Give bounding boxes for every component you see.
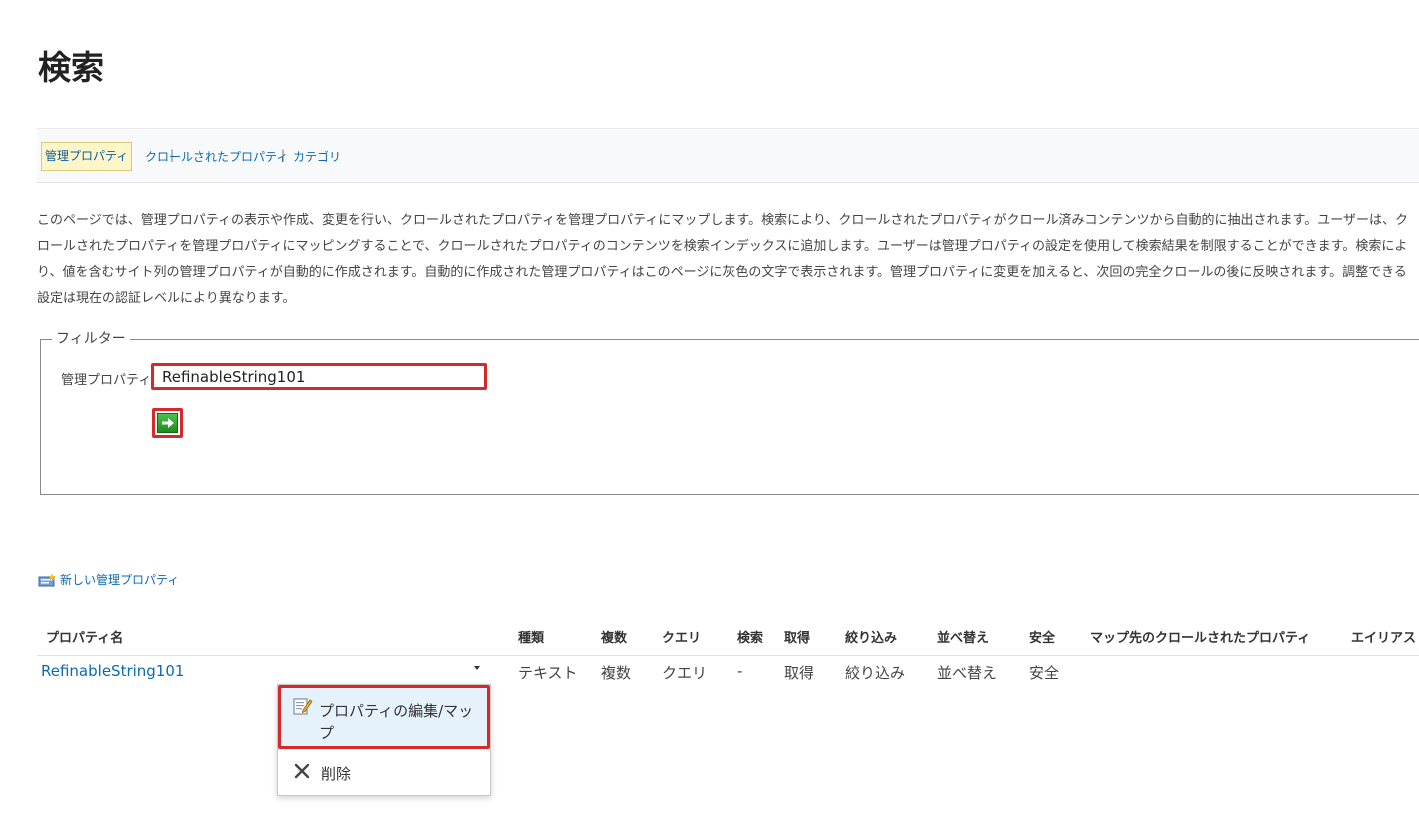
close-x-icon [294,763,310,779]
tab-categories[interactable]: カテゴリ [293,148,341,165]
column-header-safe: 安全 [1029,631,1056,646]
column-header-query: クエリ [662,631,702,646]
page-title: 検索 [38,48,104,87]
column-header-type: 種類 [518,631,545,646]
page-description: このページでは、管理プロパティの表示や作成、変更を行い、クロールされたプロパティ… [37,213,1408,306]
menu-item-delete[interactable]: 削除 [278,757,490,791]
filter-input[interactable] [151,363,487,390]
column-header-retrieve: 取得 [784,631,811,646]
new-managed-property-label: 新しい管理プロパティ [60,573,180,587]
tab-managed-properties[interactable]: 管理プロパティ [41,142,133,171]
subnav-separator: | [281,148,286,162]
new-property-icon [38,572,56,586]
menu-item-edit-label: プロパティの編集/マップ [319,702,474,742]
row-search: - [737,662,743,680]
context-menu: プロパティの編集/マップ 削除 [277,684,491,796]
new-managed-property-link[interactable]: 新しい管理プロパティ [38,571,179,588]
column-header-name: プロパティ名 [46,631,124,646]
subnav: 管理プロパティ | クロールされたプロパティ | カテゴリ [37,128,1419,183]
column-header-multi: 複数 [601,631,628,646]
column-header-mapped: マップ先のクロールされたプロパティ [1090,631,1311,646]
row-refine: 絞り込み [845,664,906,682]
column-header-alias: エイリアス [1351,631,1417,646]
tab-crawled-properties[interactable]: クロールされたプロパティ [145,148,288,165]
row-multi: 複数 [601,664,632,682]
row-retrieve: 取得 [784,664,815,682]
row-safe: 安全 [1029,664,1060,682]
edit-pencil-icon [293,698,313,715]
menu-item-delete-label: 削除 [321,765,352,783]
row-property-name-link[interactable]: RefinableString101 [41,662,184,680]
menu-item-edit-map-property[interactable]: プロパティの編集/マップ [278,685,490,749]
column-header-sort: 並べ替え [937,631,990,646]
filter-go-button[interactable] [152,408,183,438]
column-header-search: 検索 [737,631,764,646]
row-query: クエリ [662,664,708,682]
arrow-right-icon [157,413,178,433]
table-header-divider [37,655,1419,656]
filter-label: 管理プロパティ [61,373,152,388]
filter-legend: フィルター [52,331,130,347]
page: 検索 管理プロパティ | クロールされたプロパティ | カテゴリ このページでは… [0,0,1419,817]
row-sort: 並べ替え [937,664,998,682]
row-dropdown-caret-icon[interactable] [474,666,480,670]
column-header-refine: 絞り込み [845,631,898,646]
row-type: テキスト [518,664,578,682]
